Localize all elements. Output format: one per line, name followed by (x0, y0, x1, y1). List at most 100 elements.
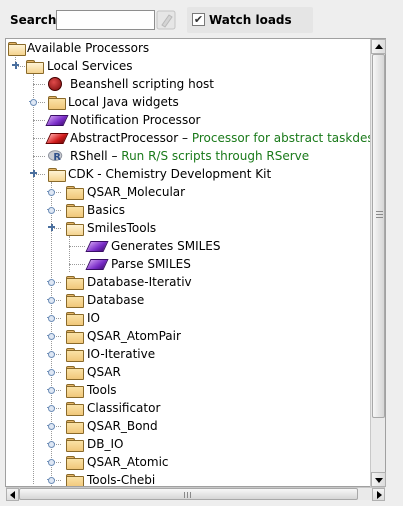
expand-toggle-icon[interactable] (47, 422, 56, 431)
tree-node-rshell[interactable]: R RShell – Run R/S scripts through RServ… (6, 147, 371, 165)
folder-icon (48, 96, 66, 110)
tree-node-label: IO (87, 311, 100, 325)
tree-node-local-java-widgets[interactable]: Local Java widgets (6, 93, 371, 111)
tree-node-text: RShell – Run R/S scripts through RServe (70, 147, 309, 165)
tree-node-database[interactable]: Database (6, 291, 371, 309)
expand-toggle-icon[interactable] (29, 98, 38, 107)
scroll-right-button[interactable] (372, 488, 385, 501)
collapse-toggle-icon[interactable] (29, 170, 38, 179)
tree-node-label: Local Java widgets (68, 95, 179, 109)
horizontal-scroll-thumb[interactable] (19, 488, 358, 500)
expand-toggle-icon[interactable] (47, 278, 56, 287)
tree-node-label: Database (87, 293, 145, 307)
tree-node-classificator[interactable]: Classificator (6, 399, 371, 417)
search-input[interactable] (56, 10, 155, 30)
horizontal-scrollbar[interactable] (6, 487, 385, 501)
folder-icon (66, 204, 84, 218)
expand-toggle-icon[interactable] (47, 296, 56, 305)
tree-node-basics[interactable]: Basics (6, 201, 371, 219)
folder-open-icon (48, 168, 66, 182)
tree-node-label: Parse SMILES (111, 257, 191, 271)
tree-node-label: QSAR_Bond (87, 419, 158, 433)
expand-toggle-icon[interactable] (47, 206, 56, 215)
expand-toggle-icon[interactable] (47, 440, 56, 449)
expand-toggle-icon[interactable] (47, 188, 56, 197)
watch-loads-checkbox[interactable]: ✔ (192, 13, 205, 26)
tree-node-parse-smiles[interactable]: Parse SMILES (6, 255, 371, 273)
expand-toggle-icon[interactable] (47, 332, 56, 341)
tree-node-label: SmilesTools (87, 221, 157, 235)
tree-node-tools[interactable]: Tools (6, 381, 371, 399)
folder-icon (66, 276, 84, 290)
scroll-down-button[interactable] (371, 472, 386, 487)
tree-node-local-services[interactable]: Local Services (6, 57, 371, 75)
scrollbar-corner (385, 487, 398, 500)
tree-node-label: Tools-Chebi (87, 473, 156, 487)
folder-icon (66, 330, 84, 344)
expand-toggle-icon[interactable] (47, 458, 56, 467)
scroll-left-button[interactable] (6, 488, 19, 501)
tree-node-text: AbstractProcessor – Processor for abstra… (70, 129, 386, 147)
expand-toggle-icon[interactable] (47, 314, 56, 323)
arrow-up-icon (375, 44, 383, 49)
tree-node-qsar-molecular[interactable]: QSAR_Molecular (6, 183, 371, 201)
separator: – (107, 149, 122, 163)
processor-tree[interactable]: Available Processors Local Services Bean… (5, 38, 386, 487)
tree-node-io-iterative[interactable]: IO-Iterative (6, 345, 371, 363)
scroll-up-button[interactable] (371, 39, 386, 54)
tree-node-label: RShell (70, 149, 108, 163)
tree-node-label: DB_IO (87, 437, 124, 451)
tree-node-label: QSAR_AtomPair (87, 329, 181, 343)
expand-toggle-icon[interactable] (47, 476, 56, 485)
tree-node-qsar-atompair[interactable]: QSAR_AtomPair (6, 327, 371, 345)
tree-node-qsar-atomic[interactable]: QSAR_Atomic (6, 453, 371, 471)
tree-node-label: Generates SMILES (111, 239, 221, 253)
tree-node-label: Notification Processor (70, 113, 201, 127)
collapse-toggle-icon[interactable] (47, 224, 56, 233)
tree-node-available-processors[interactable]: Available Processors (6, 39, 371, 57)
expand-toggle-icon[interactable] (47, 404, 56, 413)
eraser-icon (156, 10, 176, 30)
tree-node-cdk[interactable]: CDK - Chemistry Development Kit (6, 165, 371, 183)
tree-node-label: AbstractProcessor (70, 131, 179, 145)
expand-toggle-icon[interactable] (47, 368, 56, 377)
tree-node-beanshell[interactable]: Beanshell scripting host (6, 75, 371, 93)
processor-purple-icon (48, 114, 66, 126)
tree-node-generates-smiles[interactable]: Generates SMILES (6, 237, 371, 255)
svg-text:R: R (53, 152, 61, 163)
tree-node-label: Basics (87, 203, 126, 217)
watch-loads-label: Watch loads (209, 13, 292, 27)
tree-node-qsar-bond[interactable]: QSAR_Bond (6, 417, 371, 435)
folder-icon (66, 456, 84, 470)
folder-open-icon (26, 60, 44, 74)
processor-purple-icon (88, 258, 106, 270)
tree-node-database-iterativ[interactable]: Database-Iterativ (6, 273, 371, 291)
tree-node-abstract-processor[interactable]: AbstractProcessor – Processor for abstra… (6, 129, 385, 147)
tree-node-label: QSAR_Molecular (87, 185, 186, 199)
collapse-toggle-icon[interactable] (11, 62, 20, 71)
folder-open-icon (8, 42, 26, 56)
tree-node-db-io[interactable]: DB_IO (6, 435, 371, 453)
tree-node-tools-chebi[interactable]: Tools-Chebi (6, 471, 371, 487)
arrow-right-icon (377, 491, 382, 499)
vertical-scrollbar[interactable] (370, 39, 386, 487)
tree-node-label: IO-Iterative (87, 347, 156, 361)
tree-node-description: Processor for abstract taskdescrip (191, 131, 386, 145)
clear-search-button[interactable] (156, 10, 176, 30)
tree-node-smilestools[interactable]: SmilesTools (6, 219, 371, 237)
tree-node-label: Database-Iterativ (87, 275, 192, 289)
vertical-scroll-thumb[interactable] (372, 54, 385, 418)
tree-node-label: Available Processors (27, 41, 150, 55)
tree-node-notification-processor[interactable]: Notification Processor (6, 111, 371, 129)
folder-icon (66, 474, 84, 486)
arrow-down-icon (375, 478, 383, 483)
expand-toggle-icon[interactable] (47, 386, 56, 395)
tree-node-qsar[interactable]: QSAR (6, 363, 371, 381)
folder-icon (66, 186, 84, 200)
tree-node-label: CDK - Chemistry Development Kit (68, 167, 272, 181)
folder-icon (66, 384, 84, 398)
search-label: Search (10, 13, 57, 27)
expand-toggle-icon[interactable] (47, 350, 56, 359)
tree-node-io[interactable]: IO (6, 309, 371, 327)
arrow-left-icon (10, 491, 15, 499)
